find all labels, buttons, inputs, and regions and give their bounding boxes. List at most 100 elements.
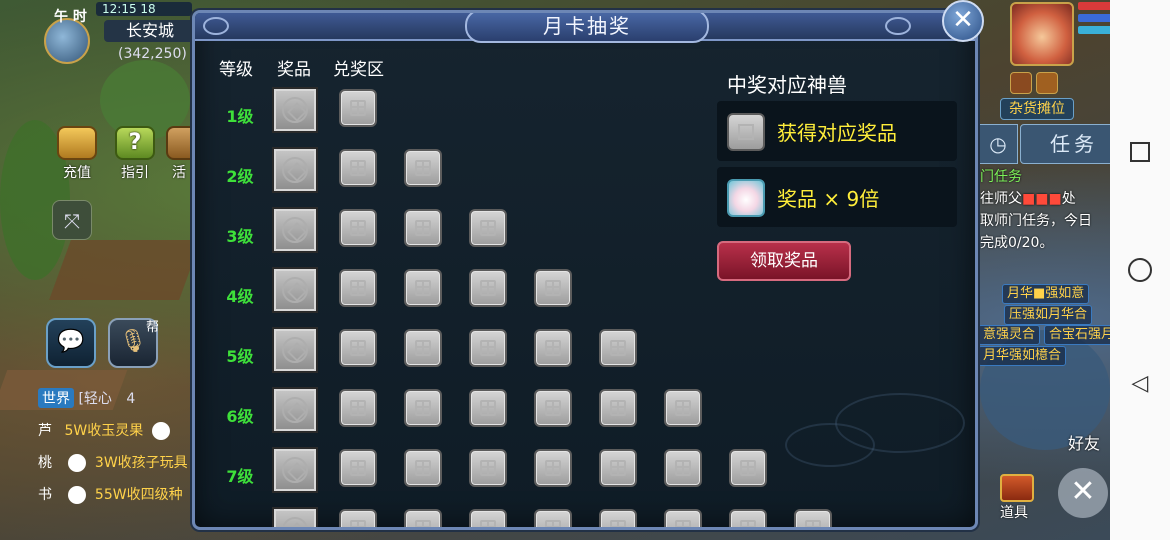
close-icon[interactable]: ✕ <box>1058 468 1108 518</box>
coordinates: (342,250) <box>118 46 187 62</box>
gift-icon <box>415 220 431 236</box>
prize-gift-slot[interactable] <box>404 149 442 187</box>
prize-gift-slot[interactable] <box>599 509 637 527</box>
prize-gift-slot[interactable] <box>469 389 507 427</box>
friends-button[interactable]: 好友 <box>1068 430 1100 454</box>
prize-gift-slot[interactable] <box>469 449 507 487</box>
game-time: 12:15 18 <box>96 2 192 16</box>
prize-gift-slot[interactable] <box>404 269 442 307</box>
question-icon: ? <box>115 126 155 160</box>
gift-icon <box>350 520 366 527</box>
draw-slot[interactable] <box>272 387 318 433</box>
prize-gift-slot[interactable] <box>339 389 377 427</box>
monthly-card-lottery-dialog: 月卡抽奖 等级 奖品 兑奖区 1级 2级 3级 4级 5级 6级 7级 8级 中奖对应神兽 获… <box>192 10 978 530</box>
inventory-chest-icon[interactable] <box>1000 474 1034 502</box>
expand-arrows-icon[interactable]: ⤧ <box>52 200 92 240</box>
gift-icon <box>740 460 756 476</box>
prize-gift-slot[interactable] <box>599 329 637 367</box>
prize-gift-slot[interactable] <box>404 209 442 247</box>
prize-gift-slot[interactable] <box>729 509 767 527</box>
home-icon[interactable] <box>1128 258 1152 282</box>
recent-apps-icon[interactable] <box>1130 142 1150 162</box>
prize-gift-slot[interactable] <box>599 389 637 427</box>
shop-stall-tag[interactable]: 杂货摊位 <box>1000 98 1074 120</box>
draw-slot[interactable] <box>272 327 318 373</box>
coin-emblem-icon <box>282 157 308 183</box>
chat-sender: 书 <box>38 487 52 503</box>
buff-icon[interactable] <box>1036 72 1058 94</box>
prize-gift-slot[interactable] <box>534 269 572 307</box>
prize-gift-slot[interactable] <box>534 389 572 427</box>
task-description[interactable]: 门任务 往师父■■■处 取师门任务，今日 完成0/20。 <box>980 166 1110 254</box>
prize-gift-slot[interactable] <box>469 509 507 527</box>
draw-slot[interactable] <box>272 267 318 313</box>
city-name[interactable]: 长安城 <box>104 20 196 42</box>
prize-gift-slot[interactable] <box>469 269 507 307</box>
draw-slot[interactable] <box>272 87 318 133</box>
draw-slot[interactable] <box>272 207 318 253</box>
prize-gift-slot[interactable] <box>534 329 572 367</box>
prize-gift-slot[interactable] <box>339 89 377 127</box>
reward-info-box: 获得对应奖品 <box>717 101 957 161</box>
buff-icon[interactable] <box>1010 72 1032 94</box>
task-line-1: 往师父■■■处 <box>980 188 1110 210</box>
prize-gift-slot[interactable] <box>534 449 572 487</box>
prize-gift-slot[interactable] <box>404 389 442 427</box>
time-location-hud: 12:15 18 午 时 长安城 (342,250) <box>40 2 196 72</box>
prize-gift-slot[interactable] <box>729 449 767 487</box>
chat-line: 书 55W收四级种 <box>38 484 198 516</box>
prize-gift-slot[interactable] <box>794 509 832 527</box>
prize-gift-slot[interactable] <box>404 509 442 527</box>
prize-gift-slot[interactable] <box>339 209 377 247</box>
gift-icon <box>415 400 431 416</box>
gift-icon <box>545 400 561 416</box>
prize-gift-slot[interactable] <box>599 449 637 487</box>
chat-bubble-icon[interactable]: 💬 <box>46 318 96 368</box>
guide-button[interactable]: ? 指引 <box>110 126 160 182</box>
close-icon[interactable]: ✕ <box>942 0 984 42</box>
back-icon[interactable]: ◁ <box>1128 372 1152 396</box>
swirl-ornament-icon <box>885 17 911 35</box>
gift-icon <box>545 340 561 356</box>
prize-gift-slot[interactable] <box>339 449 377 487</box>
draw-slot[interactable] <box>272 447 318 493</box>
prize-gift-slot[interactable] <box>339 509 377 527</box>
row-level-label: 5级 <box>226 347 254 366</box>
activity-icon <box>166 126 192 160</box>
prize-gift-slot[interactable] <box>664 509 702 527</box>
prize-gift-slot[interactable] <box>404 329 442 367</box>
recharge-label: 充值 <box>63 165 91 181</box>
gift-icon <box>480 340 496 356</box>
task-npc-name[interactable]: ■■■ <box>1022 191 1062 207</box>
guide-label: 指引 <box>121 165 149 181</box>
inventory-label[interactable]: 道具 <box>1000 502 1028 522</box>
draw-slot[interactable] <box>272 147 318 193</box>
prize-gift-slot[interactable] <box>534 509 572 527</box>
gift-icon <box>675 400 691 416</box>
gift-icon <box>675 520 691 527</box>
prize-gift-slot[interactable] <box>469 329 507 367</box>
clock-icon[interactable]: ◷ <box>978 124 1018 164</box>
prize-gift-slot[interactable] <box>404 449 442 487</box>
activity-button[interactable]: 活 <box>166 126 192 182</box>
row-level-label: 7级 <box>226 467 254 486</box>
gift-icon <box>415 340 431 356</box>
prize-gift-slot[interactable] <box>339 329 377 367</box>
prize-gift-slot[interactable] <box>339 149 377 187</box>
player-avatar[interactable] <box>1010 2 1074 66</box>
chat-panel[interactable]: 世界 [轻心 4 芦 5W收玉灵果 桃 3W收孩子玩具 书 55W收四级种 <box>38 388 198 540</box>
gift-icon <box>610 400 626 416</box>
coin-emblem-icon <box>282 97 308 123</box>
draw-slot[interactable] <box>272 507 318 527</box>
claim-prize-button[interactable]: 领取奖品 <box>717 241 851 281</box>
player-name-tag: 月华强如檍合 <box>978 346 1067 366</box>
chat-text: 55W收四级种 <box>94 487 183 503</box>
task-line-3: 完成0/20。 <box>980 235 1054 251</box>
recharge-button[interactable]: 充值 <box>52 126 102 182</box>
building-decoration <box>49 240 201 300</box>
prize-gift-slot[interactable] <box>339 269 377 307</box>
prize-gift-slot[interactable] <box>664 389 702 427</box>
prize-gift-slot[interactable] <box>664 449 702 487</box>
prize-gift-slot[interactable] <box>469 209 507 247</box>
world-channel-tag[interactable]: 世界 <box>38 388 74 408</box>
